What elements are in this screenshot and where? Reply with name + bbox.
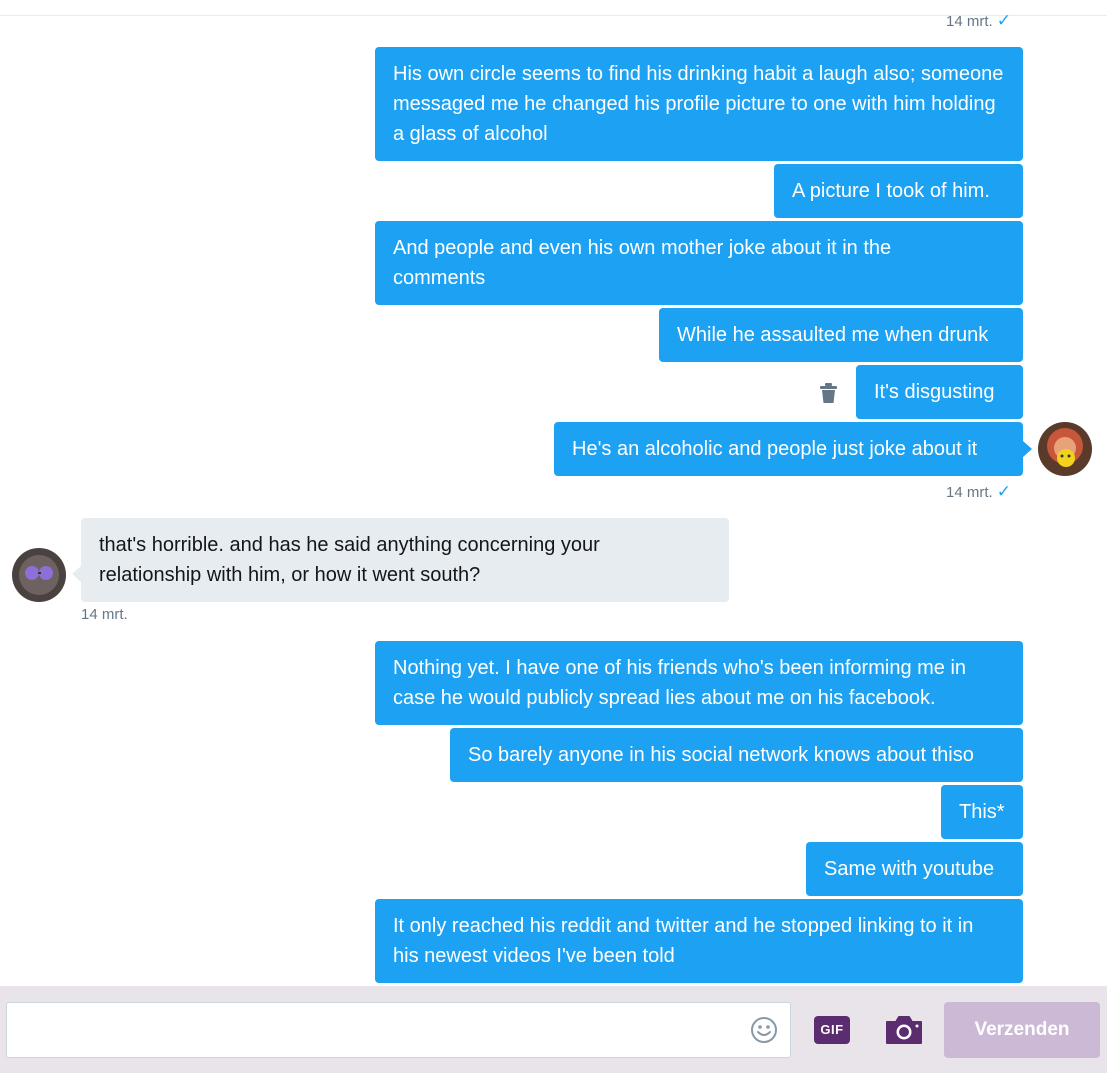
- sent-message[interactable]: And people and even his own mother joke …: [375, 221, 1023, 305]
- message-timestamp: 14 mrt.: [81, 606, 128, 623]
- sent-message[interactable]: Same with youtube: [806, 842, 1023, 896]
- message-timestamp: 14 mrt. ✓: [946, 482, 1011, 502]
- sent-message[interactable]: So barely anyone in his social network k…: [450, 728, 1023, 782]
- top-divider: [0, 15, 1107, 16]
- camera-icon[interactable]: [884, 1014, 924, 1046]
- sent-message[interactable]: A picture I took of him.: [774, 164, 1023, 218]
- gif-button[interactable]: GIF: [814, 1016, 850, 1044]
- sent-message[interactable]: While he assaulted me when drunk: [659, 308, 1023, 362]
- sent-message[interactable]: It's disgusting: [856, 365, 1023, 419]
- received-message[interactable]: that's horrible. and has he said anythin…: [81, 518, 729, 602]
- smiley-icon[interactable]: [750, 1016, 778, 1044]
- avatar-image: [1038, 422, 1092, 476]
- avatar[interactable]: [1038, 422, 1092, 476]
- gif-icon: GIF: [820, 1022, 844, 1037]
- sent-message[interactable]: His own circle seems to find his drinkin…: [375, 47, 1023, 161]
- bubble-tail: [1023, 441, 1032, 457]
- trash-icon[interactable]: [820, 383, 837, 403]
- bubble-tail: [72, 566, 81, 582]
- avatar[interactable]: [12, 548, 66, 602]
- send-button[interactable]: Verzenden: [944, 1002, 1100, 1058]
- sent-message[interactable]: It only reached his reddit and twitter a…: [375, 899, 1023, 983]
- avatar-image: [12, 548, 66, 602]
- message-input[interactable]: [6, 1002, 791, 1058]
- message-composer: GIF Verzenden: [0, 986, 1107, 1073]
- checkmark-icon: ✓: [996, 482, 1011, 501]
- checkmark-icon: ✓: [996, 11, 1011, 30]
- sent-message[interactable]: He's an alcoholic and people just joke a…: [554, 422, 1023, 476]
- message-timestamp: 14 mrt. ✓: [946, 11, 1011, 31]
- sent-message[interactable]: This*: [941, 785, 1023, 839]
- sent-message[interactable]: Nothing yet. I have one of his friends w…: [375, 641, 1023, 725]
